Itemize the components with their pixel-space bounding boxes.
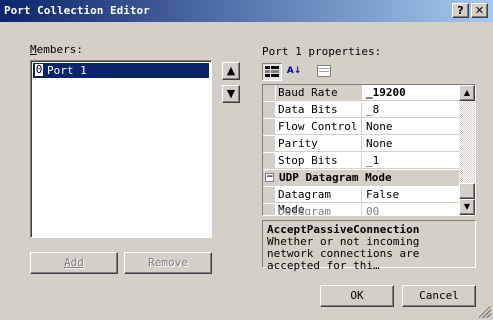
alphabetical-icon[interactable]: A↓ <box>284 63 304 81</box>
property-value[interactable]: False <box>363 187 459 203</box>
add-button-label: Add <box>64 256 84 269</box>
members-list[interactable]: 0 Port 1 <box>30 60 212 238</box>
property-name: Parity <box>276 136 362 152</box>
row-gutter <box>263 85 275 101</box>
members-label-mnemonic: M <box>30 43 37 56</box>
remove-button[interactable]: Remove <box>124 252 212 274</box>
property-grid[interactable]: Baud Rate _19200 Data Bits _8 Flow Contr… <box>262 84 476 216</box>
row-gutter <box>263 187 275 203</box>
row-gutter <box>263 204 275 215</box>
port-collection-editor-dialog: Port Collection Editor ? ✕ Members: 0 Po… <box>0 0 493 320</box>
arrow-down-icon: ▼ <box>226 87 236 100</box>
close-button[interactable]: ✕ <box>471 3 488 18</box>
property-grid-scrollbar[interactable]: ▲ ▼ <box>459 85 475 215</box>
property-row-baud-rate[interactable]: Baud Rate _19200 <box>263 85 459 101</box>
dialog-title: Port Collection Editor <box>4 4 150 17</box>
add-button[interactable]: Add <box>30 252 118 274</box>
property-row-datagram-mode[interactable]: Datagram Mode False <box>263 187 459 215</box>
property-value[interactable]: 00 <box>363 204 459 215</box>
remove-button-label: Remove <box>148 256 188 269</box>
members-label-rest: embers: <box>36 43 83 56</box>
scroll-thumb[interactable] <box>459 183 475 199</box>
property-value[interactable]: _19200 <box>363 85 459 101</box>
row-gutter <box>263 119 275 135</box>
property-name: Data Bits <box>276 102 362 118</box>
property-value[interactable]: None <box>363 119 459 135</box>
member-name: Port 1 <box>47 64 87 77</box>
property-row-parity[interactable]: Parity None <box>263 136 459 152</box>
row-gutter <box>263 153 275 169</box>
property-value[interactable]: _1 <box>363 153 459 169</box>
members-label: Members: <box>30 43 83 56</box>
member-index: 0 <box>35 63 43 76</box>
categorized-icon[interactable] <box>262 63 282 81</box>
property-pages-glyph <box>317 65 331 77</box>
ok-button[interactable]: OK <box>320 285 394 307</box>
row-gutter <box>263 102 275 118</box>
property-name: Baud Rate <box>276 85 362 101</box>
property-grid-toolbar: A↓ <box>262 62 476 82</box>
property-description-panel: AcceptPassiveConnection Whether or not i… <box>262 220 476 272</box>
resize-grip-icon[interactable] <box>479 306 491 318</box>
collapse-icon[interactable]: − <box>265 173 274 182</box>
property-row-data-bits[interactable]: Data Bits _8 <box>263 102 459 118</box>
property-name: Stop Bits <box>276 153 362 169</box>
property-value[interactable]: None <box>363 136 459 152</box>
scroll-up-icon[interactable]: ▲ <box>459 85 475 101</box>
property-name: Datagram Type <box>276 204 362 215</box>
property-name: Datagram Mode <box>276 187 362 215</box>
arrow-up-icon: ▲ <box>226 64 236 77</box>
category-name: UDP Datagram Mode <box>279 171 392 184</box>
list-item[interactable]: 0 Port 1 <box>33 63 209 78</box>
property-row-datagram-type[interactable]: Datagram Type 00 <box>263 204 459 215</box>
property-name: Flow Control <box>276 119 362 135</box>
help-button[interactable]: ? <box>452 3 469 18</box>
description-text: Whether or not incoming network connecti… <box>267 235 420 272</box>
property-row-flow-control[interactable]: Flow Control None <box>263 119 459 135</box>
categorized-glyph <box>265 66 279 77</box>
property-value[interactable]: _8 <box>363 102 459 118</box>
property-category-udp-datagram-mode[interactable]: − UDP Datagram Mode <box>263 170 459 186</box>
title-bar[interactable]: Port Collection Editor ? ✕ <box>0 0 493 22</box>
properties-label: Port 1 properties: <box>262 45 382 58</box>
row-gutter <box>263 136 275 152</box>
scroll-down-icon[interactable]: ▼ <box>459 199 475 215</box>
move-up-button[interactable]: ▲ <box>222 62 240 80</box>
property-pages-icon[interactable] <box>314 63 334 81</box>
property-row-stop-bits[interactable]: Stop Bits _1 <box>263 153 459 169</box>
move-down-button[interactable]: ▼ <box>222 85 240 103</box>
cancel-button[interactable]: Cancel <box>402 285 476 307</box>
